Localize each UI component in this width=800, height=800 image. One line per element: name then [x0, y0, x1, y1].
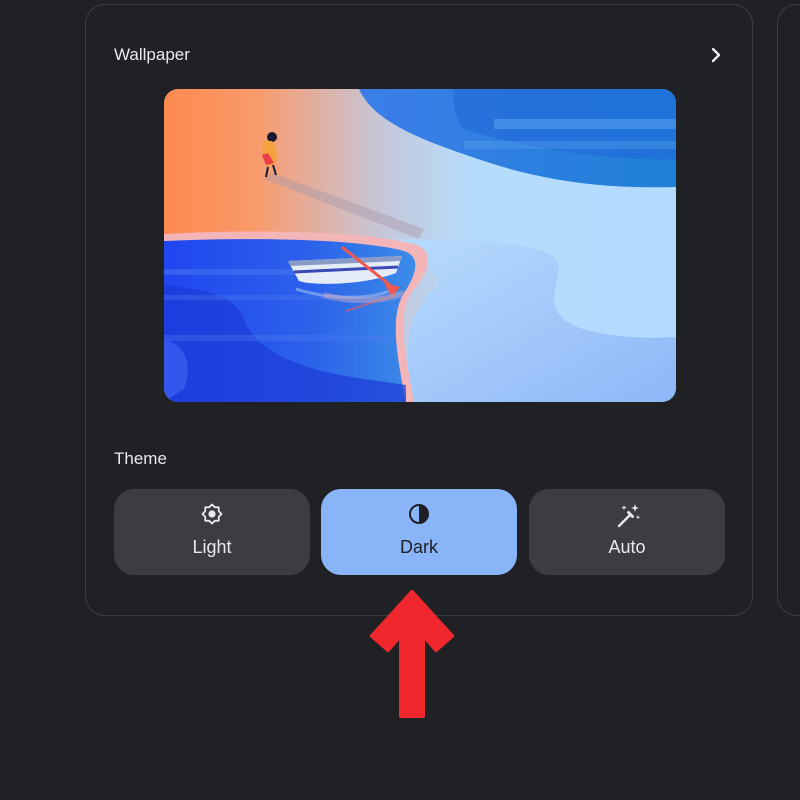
theme-dark-button[interactable]: Dark: [321, 489, 517, 575]
contrast-icon: [407, 502, 431, 526]
theme-light-label: Light: [192, 537, 232, 557]
magic-wand-icon: [615, 502, 641, 528]
annotation-arrow: [366, 588, 458, 722]
theme-dark-label: Dark: [399, 537, 438, 557]
settings-page: Wallpaper Theme Light Dark Auto: [0, 0, 800, 800]
wallpaper-heading: Wallpaper: [114, 45, 190, 64]
theme-heading: Theme: [114, 449, 167, 468]
theme-auto-button[interactable]: Auto: [529, 489, 725, 575]
theme-auto-label: Auto: [608, 537, 646, 557]
adjacent-card: [777, 4, 800, 616]
personalization-card: Wallpaper Theme Light Dark Auto: [85, 4, 753, 616]
theme-options: Light Dark Auto: [114, 489, 726, 575]
wallpaper-preview[interactable]: [164, 89, 676, 402]
brightness-icon: [200, 502, 224, 526]
chevron-right-icon[interactable]: [704, 43, 728, 67]
theme-light-button[interactable]: Light: [114, 489, 310, 575]
